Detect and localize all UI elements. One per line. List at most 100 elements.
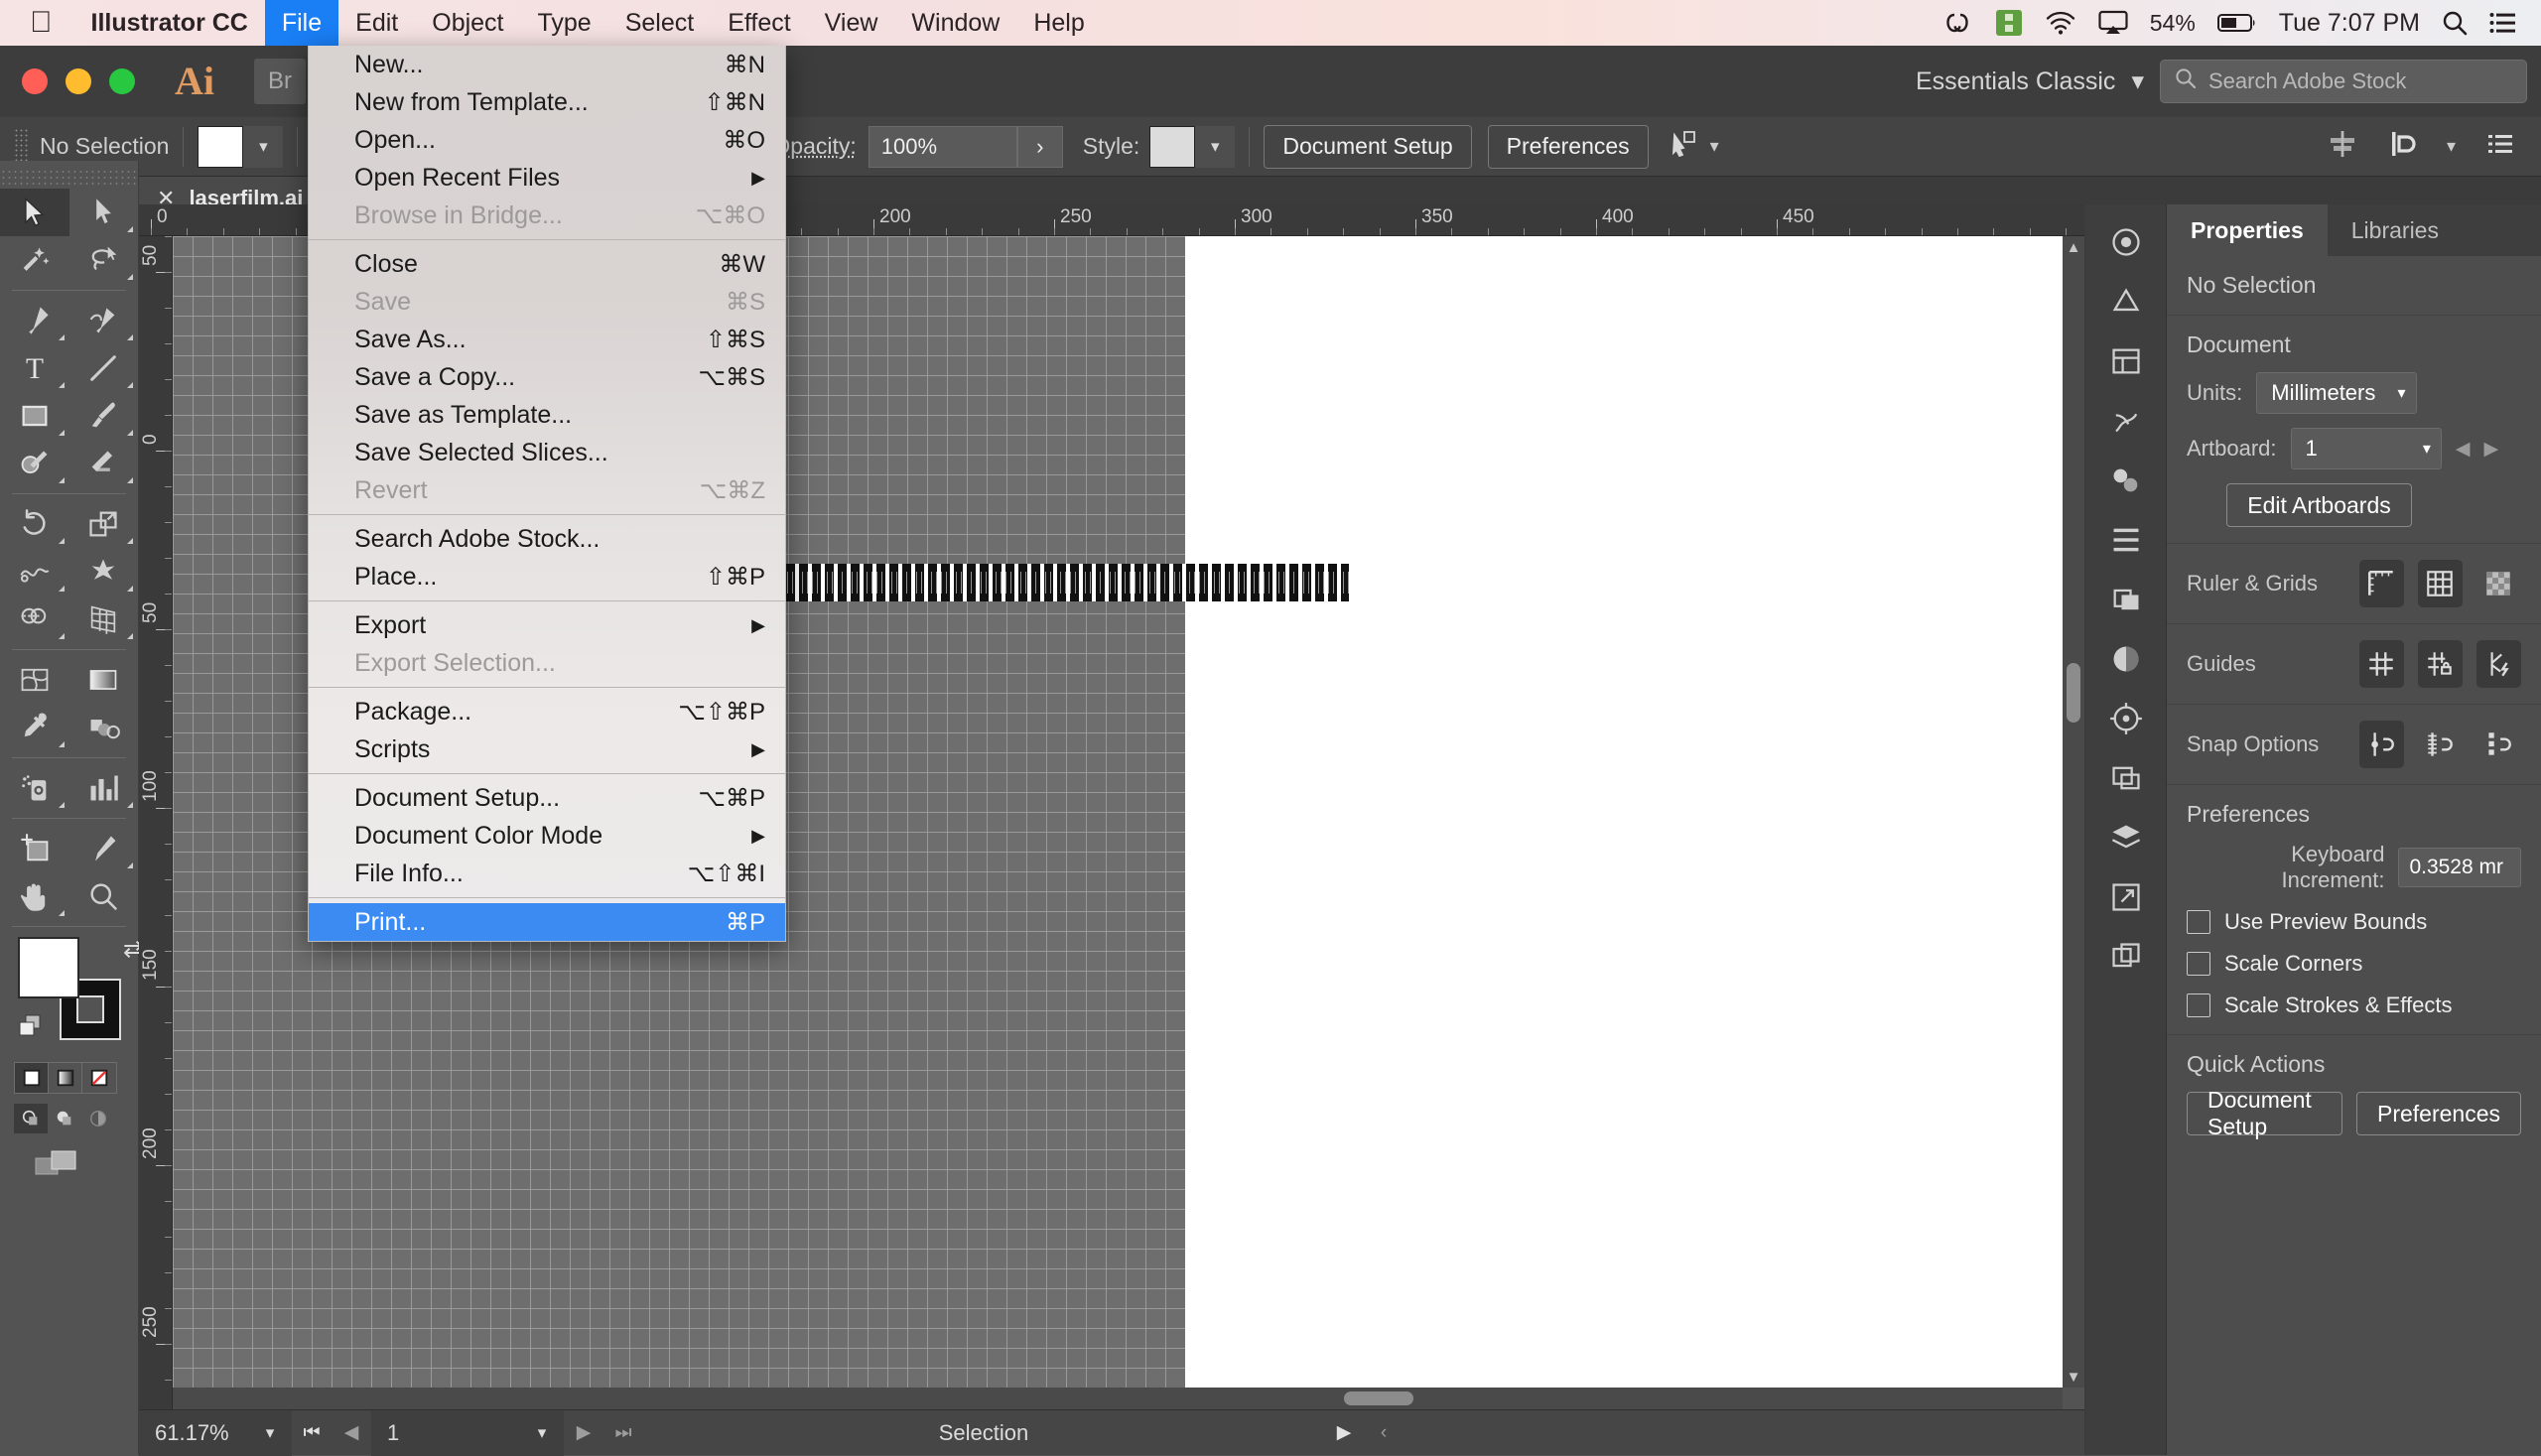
layers-panel-icon[interactable] bbox=[2095, 810, 2157, 865]
zoom-chevron-down-icon[interactable]: ▾ bbox=[248, 1409, 292, 1456]
default-fill-stroke-icon[interactable] bbox=[18, 1014, 46, 1040]
color-guide-icon[interactable] bbox=[2095, 274, 2157, 330]
direct-selection-tool[interactable] bbox=[69, 189, 139, 236]
menubar-clock[interactable]: Tue 7:07 PM bbox=[2279, 9, 2420, 38]
rotate-tool[interactable] bbox=[0, 500, 69, 548]
show-transparency-grid-icon[interactable] bbox=[2476, 560, 2521, 607]
shaper-tool[interactable] bbox=[0, 440, 69, 487]
snap-to-point-icon[interactable] bbox=[2358, 721, 2404, 768]
distribute-icon[interactable] bbox=[2387, 129, 2417, 165]
lock-guides-icon[interactable] bbox=[2417, 640, 2463, 688]
gradient-mode[interactable] bbox=[49, 1063, 82, 1093]
menu-item-scripts[interactable]: Scripts ▶ bbox=[309, 730, 785, 768]
menu-item-new-from-template[interactable]: New from Template... ⇧⌘N bbox=[309, 83, 785, 121]
draw-normal[interactable] bbox=[14, 1104, 48, 1133]
creative-cloud-icon[interactable] bbox=[1941, 7, 1973, 39]
green-status-icon[interactable] bbox=[1995, 9, 2023, 37]
color-panel-icon[interactable] bbox=[2095, 214, 2157, 270]
menubar-item-view[interactable]: View bbox=[808, 0, 895, 46]
maximize-window-button[interactable] bbox=[109, 68, 135, 94]
battery-icon[interactable] bbox=[2216, 13, 2257, 33]
show-guides-icon[interactable] bbox=[2358, 640, 2404, 688]
shape-builder-tool[interactable] bbox=[0, 596, 69, 643]
eraser-tool[interactable] bbox=[69, 440, 139, 487]
free-transform-tool[interactable] bbox=[69, 548, 139, 596]
tab-properties[interactable]: Properties bbox=[2167, 204, 2328, 256]
units-select[interactable]: Millimeters ▾ bbox=[2256, 372, 2417, 414]
pen-tool[interactable] bbox=[0, 297, 69, 344]
rectangle-tool[interactable] bbox=[0, 392, 69, 440]
libraries-panel-icon[interactable] bbox=[2095, 333, 2157, 389]
style-chevron-down-icon[interactable]: ▾ bbox=[1195, 125, 1236, 168]
bridge-button[interactable]: Br bbox=[254, 59, 306, 104]
horizontal-scrollbar[interactable] bbox=[173, 1388, 2063, 1409]
hand-tool[interactable] bbox=[0, 872, 69, 920]
prev-artboard-icon[interactable]: ◀ bbox=[2456, 438, 2471, 461]
snap-to-pixel-icon[interactable] bbox=[2476, 721, 2521, 768]
menu-item-package[interactable]: Package... ⌥⇧⌘P bbox=[309, 693, 785, 730]
close-window-button[interactable] bbox=[22, 68, 48, 94]
apple-icon[interactable]:  bbox=[30, 8, 53, 38]
menubar-item-effect[interactable]: Effect bbox=[711, 0, 807, 46]
show-rulers-icon[interactable] bbox=[2358, 560, 2404, 607]
menubar-app-name[interactable]: Illustrator CC bbox=[74, 0, 265, 46]
menu-item-document-setup[interactable]: Document Setup... ⌥⌘P bbox=[309, 779, 785, 817]
artboard-select[interactable]: 1 ▾ bbox=[2290, 428, 2442, 469]
menubar-item-help[interactable]: Help bbox=[1016, 0, 1101, 46]
show-grid-icon[interactable] bbox=[2417, 560, 2463, 607]
next-artboard-icon[interactable]: ▶ bbox=[564, 1421, 603, 1444]
artboard-number-input[interactable]: 1 bbox=[371, 1409, 520, 1456]
style-swatch[interactable] bbox=[1149, 125, 1196, 168]
curvature-tool[interactable] bbox=[69, 297, 139, 344]
panel-options-icon[interactable] bbox=[2485, 129, 2515, 165]
type-tool[interactable]: T bbox=[0, 344, 69, 392]
menu-item-file-info[interactable]: File Info... ⌥⇧⌘I bbox=[309, 855, 785, 892]
menu-item-save-selected-slices[interactable]: Save Selected Slices... bbox=[309, 434, 785, 471]
artboard-chevron-down-icon[interactable]: ▾ bbox=[520, 1409, 564, 1456]
search-adobe-stock-input[interactable]: Search Adobe Stock bbox=[2160, 60, 2527, 103]
vertical-ruler[interactable]: 50 0 50 100 150 200 250 bbox=[139, 236, 173, 1409]
opacity-options-icon[interactable]: › bbox=[1016, 125, 1063, 168]
scale-tool[interactable] bbox=[69, 500, 139, 548]
document-setup-button[interactable]: Document Setup bbox=[1264, 124, 1472, 169]
wifi-icon[interactable] bbox=[2045, 10, 2076, 36]
slice-tool[interactable] bbox=[69, 825, 139, 872]
gradient-tool[interactable] bbox=[69, 656, 139, 704]
airplay-icon[interactable] bbox=[2098, 10, 2128, 36]
menu-item-print[interactable]: Print... ⌘P bbox=[309, 903, 785, 941]
menu-item-save-as[interactable]: Save As... ⇧⌘S bbox=[309, 321, 785, 358]
line-segment-tool[interactable] bbox=[69, 344, 139, 392]
brushes-panel-icon[interactable] bbox=[2095, 393, 2157, 449]
menubar-item-file[interactable]: File bbox=[264, 0, 339, 46]
draw-inside[interactable] bbox=[81, 1104, 115, 1133]
eyedropper-tool[interactable] bbox=[0, 704, 69, 751]
fill-color-swatch[interactable] bbox=[18, 937, 79, 998]
select-similar-icon[interactable] bbox=[1669, 129, 1698, 165]
opacity-input[interactable]: 100% bbox=[868, 125, 1017, 168]
file-menu-dropdown[interactable]: New... ⌘N New from Template... ⇧⌘N Open... ⌘O… bbox=[308, 46, 786, 942]
control-bar-grip[interactable] bbox=[14, 127, 30, 166]
artboards-panel-icon[interactable] bbox=[2095, 750, 2157, 806]
menu-item-export[interactable]: Export ▶ bbox=[309, 606, 785, 644]
vertical-scrollbar[interactable]: ▲ ▼ bbox=[2063, 236, 2084, 1388]
quick-action-document-setup[interactable]: Document Setup bbox=[2187, 1087, 2342, 1139]
workspace-switcher[interactable]: Essentials Classic ▾ bbox=[1916, 66, 2144, 96]
select-similar-chevron-down-icon[interactable]: ▾ bbox=[1710, 136, 1719, 157]
menubar-item-type[interactable]: Type bbox=[521, 0, 608, 46]
horizontal-scroll-thumb[interactable] bbox=[1344, 1391, 1413, 1405]
lasso-tool[interactable] bbox=[69, 236, 139, 284]
blend-tool[interactable] bbox=[69, 704, 139, 751]
quick-action-preferences[interactable]: Preferences bbox=[2355, 1092, 2521, 1135]
menu-item-save-a-copy[interactable]: Save a Copy... ⌥⌘S bbox=[309, 358, 785, 396]
status-menu-icon[interactable]: ▶ bbox=[1324, 1421, 1364, 1444]
transparency-panel-icon[interactable] bbox=[2095, 631, 2157, 687]
preferences-button[interactable]: Preferences bbox=[1487, 124, 1649, 169]
menubar-item-edit[interactable]: Edit bbox=[338, 0, 415, 46]
prev-artboard-icon[interactable]: ◀ bbox=[332, 1421, 371, 1444]
scale-corners-checkbox[interactable]: Scale Corners bbox=[2187, 951, 2521, 977]
smart-guides-icon[interactable] bbox=[2475, 640, 2521, 688]
menubar-item-select[interactable]: Select bbox=[608, 0, 711, 46]
zoom-level-input[interactable]: 61.17% bbox=[139, 1409, 248, 1456]
selection-tool[interactable] bbox=[0, 189, 69, 236]
menu-item-open-recent-files[interactable]: Open Recent Files ▶ bbox=[309, 159, 785, 197]
